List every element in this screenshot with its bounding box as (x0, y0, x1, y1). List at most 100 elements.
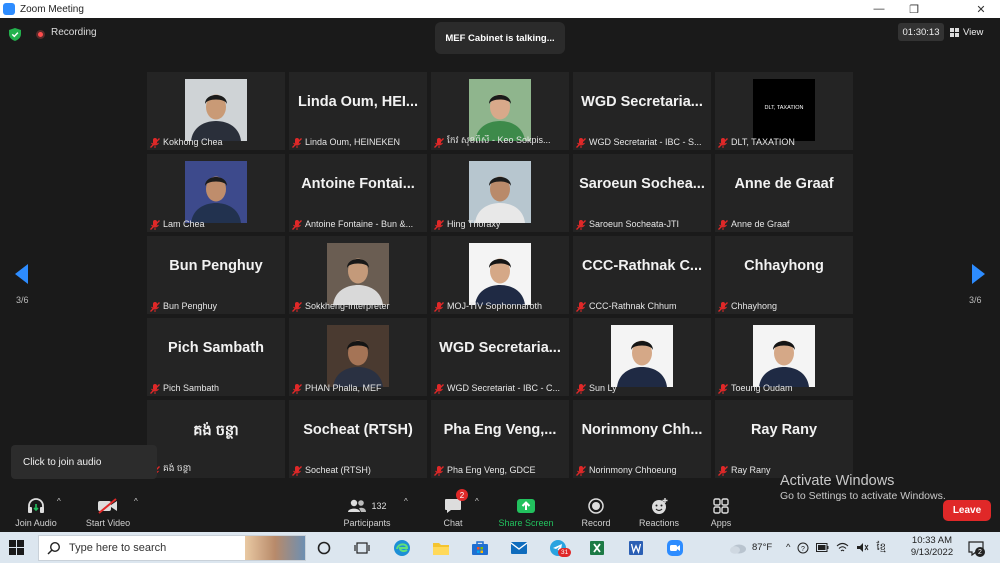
wifi-icon[interactable] (836, 542, 849, 553)
participant-tile[interactable]: Pich Sambath Pich Sambath (147, 318, 285, 396)
participants-label: Participants (343, 518, 391, 528)
participant-tile[interactable]: Hing Thoraxy (431, 154, 569, 232)
excel-icon[interactable] (585, 536, 609, 560)
participant-name-caption: Linda Oum, HEINEKEN (291, 135, 425, 148)
participant-tile[interactable]: Ray Rany Ray Rany (715, 400, 853, 478)
join-audio-button[interactable]: Join Audio (10, 487, 62, 532)
microsoft-store-icon[interactable] (468, 536, 492, 560)
participant-name: Toeung Oudam (731, 382, 793, 393)
participant-name: MOJ-TIV Sophonnaroth (447, 300, 543, 311)
participant-tile[interactable]: គង់ ចន្ថា គង់ ចន្ថា (147, 400, 285, 478)
next-page-arrow-icon[interactable] (971, 264, 985, 284)
participant-tile[interactable]: PHAN Phalla, MEF (289, 318, 427, 396)
participant-tile[interactable]: Kokhong Chea (147, 72, 285, 150)
edge-browser-icon[interactable] (390, 536, 414, 560)
help-icon[interactable]: ? (797, 542, 809, 554)
telegram-icon[interactable]: 31 (546, 536, 572, 560)
zoom-app-icon (3, 3, 15, 15)
share-screen-button[interactable]: Share Screen (498, 487, 554, 532)
minimize-button[interactable]: — (862, 0, 896, 18)
participant-tile[interactable]: Sun Ly (573, 318, 711, 396)
participant-tile[interactable]: កែវ សុខពិសី - Keo Sokpis... (431, 72, 569, 150)
participant-name: Lam Chea (163, 218, 205, 229)
word-icon[interactable] (624, 536, 648, 560)
zoom-taskbar-icon[interactable] (663, 536, 687, 560)
leave-button[interactable]: Leave (943, 500, 991, 521)
grid-view-icon (950, 27, 959, 37)
apps-button[interactable]: Apps (706, 487, 736, 532)
muted-mic-icon (433, 464, 445, 476)
participant-tile[interactable]: Linda Oum, HEI... Linda Oum, HEINEKEN (289, 72, 427, 150)
record-button[interactable]: Record (578, 487, 614, 532)
participant-video (611, 325, 673, 387)
muted-mic-icon (149, 136, 161, 148)
participant-tile[interactable]: WGD Secretaria... WGD Secretariat - IBC -… (431, 318, 569, 396)
participant-name-caption: គង់ ចន្ថា (149, 463, 283, 476)
participant-tile[interactable]: Bun Penghuy Bun Penghuy (147, 236, 285, 314)
muted-mic-icon (717, 136, 729, 148)
participant-tile[interactable]: CCC-Rathnak C... CCC-Rathnak Chhum (573, 236, 711, 314)
participant-tile[interactable]: Anne de Graaf Anne de Graaf (715, 154, 853, 232)
apps-icon (713, 497, 729, 515)
participant-tile[interactable]: Sokkheng-Interpreter (289, 236, 427, 314)
muted-mic-icon (291, 464, 303, 476)
video-off-icon (97, 497, 119, 515)
start-video-button[interactable]: Start Video (82, 487, 134, 532)
participant-tile[interactable]: Pha Eng Veng,... Pha Eng Veng, GDCE (431, 400, 569, 478)
maximize-button[interactable]: ❐ (897, 0, 931, 18)
participant-name-caption: Anne de Graaf (717, 217, 851, 230)
page-indicator-left: 3/6 (16, 295, 29, 305)
meeting-stage: Recording MEF Cabinet is talking... 01:3… (0, 18, 1000, 487)
battery-icon[interactable] (816, 543, 829, 552)
shield-icon[interactable] (9, 28, 21, 41)
participant-name: Antoine Fontaine - Bun &... (305, 218, 414, 229)
participant-tile[interactable]: Norinmony Chh... Norinmony Chhoeung (573, 400, 711, 478)
reactions-button[interactable]: Reactions (636, 487, 682, 532)
muted-mic-icon (433, 218, 445, 230)
participant-tile[interactable]: Saroeun Sochea... Saroeun Socheata-JTI (573, 154, 711, 232)
muted-mic-icon (575, 300, 587, 312)
view-button[interactable]: View (950, 23, 983, 41)
tray-chevron-icon[interactable]: ^ (786, 542, 790, 553)
participant-name-caption: CCC-Rathnak Chhum (575, 299, 709, 312)
participant-display-name: Chhayhong (744, 258, 824, 274)
close-button[interactable]: ✕ (964, 0, 998, 18)
mail-icon[interactable] (507, 536, 531, 560)
participant-name-caption: Pha Eng Veng, GDCE (433, 463, 567, 476)
file-explorer-icon[interactable] (429, 536, 453, 560)
muted-mic-icon (717, 382, 729, 394)
participant-tile[interactable]: Toeung Oudam (715, 318, 853, 396)
task-view-icon[interactable] (350, 536, 374, 560)
record-label: Record (581, 518, 611, 528)
participant-name-caption: Socheat (RTSH) (291, 463, 425, 476)
participant-tile[interactable]: Lam Chea (147, 154, 285, 232)
volume-icon[interactable] (856, 542, 869, 553)
previous-page-arrow-icon[interactable] (15, 264, 29, 284)
participant-name-caption: Antoine Fontaine - Bun &... (291, 217, 425, 230)
video-options-chevron-icon[interactable]: ^ (134, 497, 138, 506)
chat-options-chevron-icon[interactable]: ^ (475, 497, 479, 506)
search-placeholder: Type here to search (69, 542, 167, 554)
cortana-circle-icon[interactable] (312, 536, 336, 560)
participant-tile[interactable]: MOJ-TIV Sophonnaroth (431, 236, 569, 314)
participants-options-chevron-icon[interactable]: ^ (404, 497, 408, 506)
muted-mic-icon (575, 218, 587, 230)
participant-tile[interactable]: DLT, TAXATION DLT, TAXATION (715, 72, 853, 150)
notifications-icon[interactable]: 2 (964, 536, 988, 560)
audio-options-chevron-icon[interactable]: ^ (57, 497, 61, 506)
clock-time: 10:33 AM (911, 535, 953, 546)
weather-widget[interactable]: 87°F (728, 532, 772, 563)
participants-button[interactable]: 132 Participants (340, 487, 394, 532)
participant-tile[interactable]: Socheat (RTSH) Socheat (RTSH) (289, 400, 427, 478)
windows-start-icon[interactable] (9, 540, 24, 555)
participant-tile[interactable]: WGD Secretaria... WGD Secretariat - IBC -… (573, 72, 711, 150)
taskbar-search-box[interactable]: Type here to search (38, 535, 306, 561)
taskbar-clock[interactable]: 10:33 AM 9/13/2022 (906, 535, 958, 559)
participant-tile[interactable]: Antoine Fontai... Antoine Fontaine - Bun … (289, 154, 427, 232)
participant-name: Chhayhong (731, 300, 778, 311)
input-language-indicator[interactable]: ខ្មែ (876, 540, 886, 555)
chat-unread-badge: 2 (456, 489, 468, 501)
participant-tile[interactable]: Chhayhong Chhayhong (715, 236, 853, 314)
participant-display-name: WGD Secretaria... (581, 94, 703, 110)
muted-mic-icon (291, 218, 303, 230)
